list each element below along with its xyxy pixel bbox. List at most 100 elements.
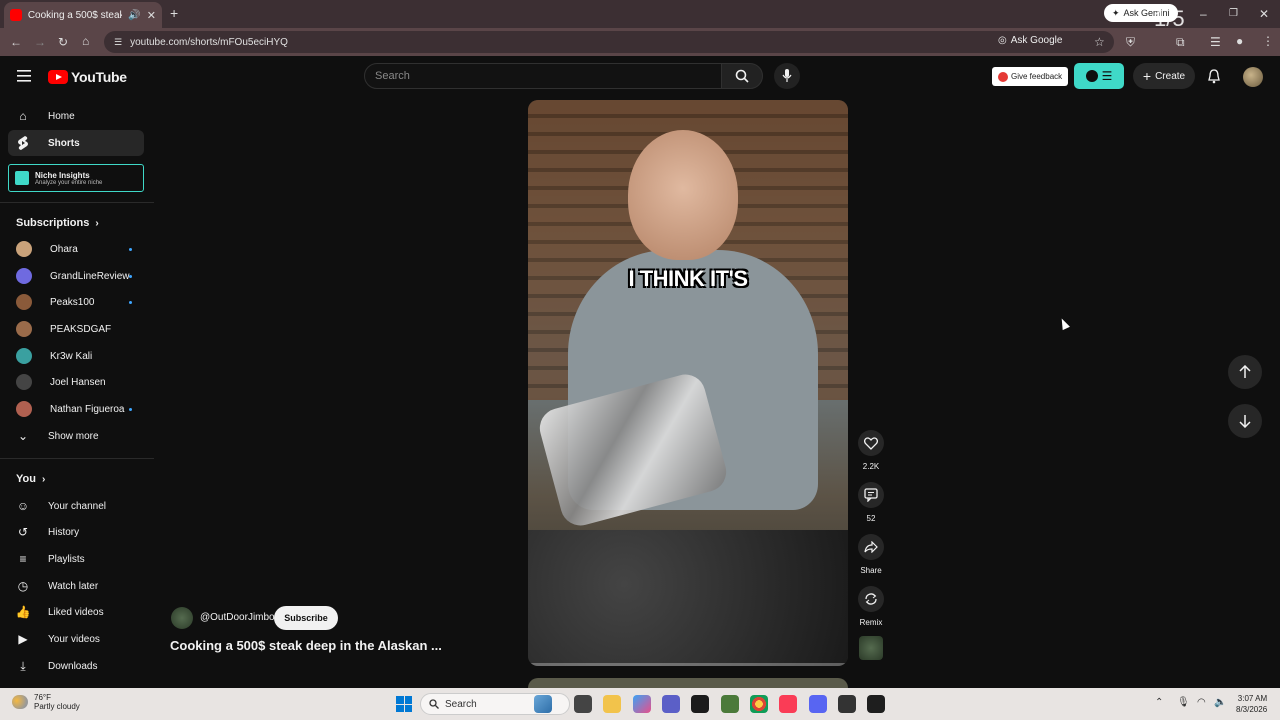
you-heading[interactable]: You ›	[16, 473, 45, 485]
channel-avatar	[16, 294, 32, 310]
give-feedback-button[interactable]: Give feedback	[992, 67, 1069, 86]
hamburger-menu-icon[interactable]	[17, 70, 31, 82]
extension-shield-icon[interactable]: ⛨	[1126, 35, 1135, 49]
subscriptions-heading[interactable]: Subscriptions ›	[16, 217, 99, 229]
capcut-icon[interactable]	[691, 695, 709, 713]
sidebar-item-subscription[interactable]: Nathan Figueroa	[8, 396, 144, 422]
home-browser-icon[interactable]: ⌂	[82, 34, 89, 48]
audio-icon[interactable]: 🔊	[128, 10, 140, 21]
tray-chevron-up-icon[interactable]: ⌃	[1155, 697, 1163, 708]
taskbar-clock[interactable]: 3:07 AM 8/3/2026	[1236, 693, 1267, 715]
search-button[interactable]	[721, 63, 763, 89]
extensions-icon[interactable]: ⧉	[1176, 35, 1185, 49]
volume-icon[interactable]: 🔈	[1214, 697, 1226, 708]
gemini-spark-icon: ✦	[1112, 7, 1120, 18]
taskbar-search-label: Search	[445, 698, 477, 710]
sidebar-item-liked-videos[interactable]: 👍 Liked videos	[8, 599, 144, 625]
sidebar-item-subscription[interactable]: Kr3w Kali	[8, 343, 144, 369]
menu-dots-icon[interactable]: ⋮	[1262, 34, 1274, 48]
copilot-icon[interactable]	[633, 695, 651, 713]
sidebar-item-playlists[interactable]: ≡ Playlists	[8, 546, 144, 572]
teams-icon[interactable]	[662, 695, 680, 713]
sidebar-item-your-videos[interactable]: ▶ Your videos	[8, 626, 144, 652]
niche-insights-card[interactable]: Niche Insights Analyze your entire niche	[8, 164, 144, 192]
url-field[interactable]: ☰ youtube.com/shorts/mFOu5eciHYQ	[104, 31, 1114, 53]
sidebar-show-more[interactable]: ⌄ Show more	[8, 423, 144, 449]
channel-avatar	[16, 374, 32, 390]
short-video-player[interactable]: I THINK IT'S	[528, 100, 848, 666]
discord-icon[interactable]	[809, 695, 827, 713]
sidebar-item-home[interactable]: ⌂ Home	[8, 103, 144, 129]
widgets-app-icon[interactable]	[534, 695, 552, 713]
sidebar-item-subscription[interactable]: Ohara	[8, 236, 144, 262]
account-avatar[interactable]	[1243, 67, 1263, 87]
close-tab-icon[interactable]: ✕	[147, 9, 156, 22]
niche-extension-button[interactable]: ☰	[1074, 63, 1124, 89]
minimize-icon[interactable]: –	[1200, 7, 1207, 21]
new-tab-icon[interactable]: +	[170, 6, 178, 20]
arrow-down-icon	[1239, 415, 1251, 428]
sidebar-item-label: PEAKSDGAF	[50, 323, 112, 335]
sidebar-item-label: Your channel	[48, 500, 107, 512]
subscribe-button[interactable]: Subscribe	[274, 606, 338, 630]
notifications-bell-icon[interactable]	[1207, 69, 1221, 84]
sidebar-item-label: Liked videos	[48, 606, 104, 618]
channel-name[interactable]: @OutDoorJimbo	[200, 612, 275, 623]
ask-google-button[interactable]: ◎ Ask Google	[998, 35, 1062, 46]
youtube-logo[interactable]: YouTube	[48, 69, 127, 85]
you-title: You	[16, 473, 36, 485]
reload-icon[interactable]: ↻	[58, 35, 68, 49]
app-icon[interactable]	[838, 695, 856, 713]
sidebar-item-downloads[interactable]: ⤓ Downloads	[8, 653, 144, 679]
browser-tab[interactable]: Cooking a 500$ steak deep 🔊 ✕	[4, 2, 162, 28]
close-window-icon[interactable]: ✕	[1259, 7, 1269, 21]
extension-menu-icon: ☰	[1101, 69, 1113, 83]
video-title[interactable]: Cooking a 500$ steak deep in the Alaskan…	[170, 638, 442, 653]
comments-button[interactable]	[858, 482, 884, 508]
chrome-icon[interactable]	[750, 695, 768, 713]
create-button[interactable]: + Create	[1133, 63, 1195, 89]
wifi-icon[interactable]: ◠	[1197, 697, 1206, 708]
weather-widget[interactable]: 76°F Partly cloudy	[12, 693, 80, 711]
sidebar-item-subscription[interactable]: GrandLineReview	[8, 263, 144, 289]
like-button[interactable]	[858, 430, 884, 456]
file-explorer-icon[interactable]	[603, 695, 621, 713]
profile-icon[interactable]: ●	[1236, 34, 1243, 48]
forward-icon[interactable]: →	[34, 35, 46, 49]
minecraft-icon[interactable]	[721, 695, 739, 713]
sidebar-item-label: Shorts	[48, 137, 80, 149]
back-icon[interactable]: ←	[10, 35, 22, 49]
bookmark-star-icon[interactable]: ☆	[1094, 35, 1105, 49]
sidebar-item-subscription[interactable]: PEAKSDGAF	[8, 316, 144, 342]
search-input[interactable]: Search	[364, 63, 722, 89]
sidebar-item-shorts[interactable]: Shorts	[8, 130, 144, 156]
voice-search-button[interactable]	[774, 63, 800, 89]
music-app-icon[interactable]	[779, 695, 797, 713]
sidebar-item-label: Kr3w Kali	[50, 350, 93, 362]
tab-title: Cooking a 500$ steak deep	[27, 9, 123, 21]
video-progress-bar[interactable]	[528, 663, 848, 666]
sidebar-item-subscription[interactable]: Peaks100	[8, 289, 144, 315]
download-icon: ⤓	[20, 658, 26, 673]
previous-short-button[interactable]	[1228, 355, 1262, 389]
microphone-tray-icon[interactable]: 🎙	[1177, 697, 1190, 708]
task-view-icon[interactable]	[574, 695, 592, 713]
sidebar-item-subscription[interactable]: Joel Hansen	[8, 369, 144, 395]
sidebar-item-history[interactable]: ↺ History	[8, 519, 144, 545]
terminal-icon[interactable]	[867, 695, 885, 713]
browser-tab-bar: Cooking a 500$ steak deep 🔊 ✕ + ✦ Ask Ge…	[0, 0, 1280, 31]
next-short-preview[interactable]	[528, 678, 848, 688]
windows-start-icon[interactable]	[396, 696, 412, 712]
sidebar-item-watch-later[interactable]: ◷ Watch later	[8, 573, 144, 599]
share-button[interactable]	[858, 534, 884, 560]
site-info-icon[interactable]: ☰	[114, 37, 122, 48]
remix-button[interactable]	[858, 586, 884, 612]
chevron-right-icon: ›	[41, 473, 46, 485]
sound-channel-thumbnail[interactable]	[859, 636, 883, 660]
restore-icon[interactable]: ❐	[1229, 7, 1238, 21]
microphone-icon	[782, 69, 792, 82]
next-short-button[interactable]	[1228, 404, 1262, 438]
sidebar-item-your-channel[interactable]: ☺ Your channel	[8, 493, 144, 519]
channel-avatar[interactable]	[171, 607, 193, 629]
sidebar-panel-icon[interactable]: ☰	[1210, 35, 1221, 49]
